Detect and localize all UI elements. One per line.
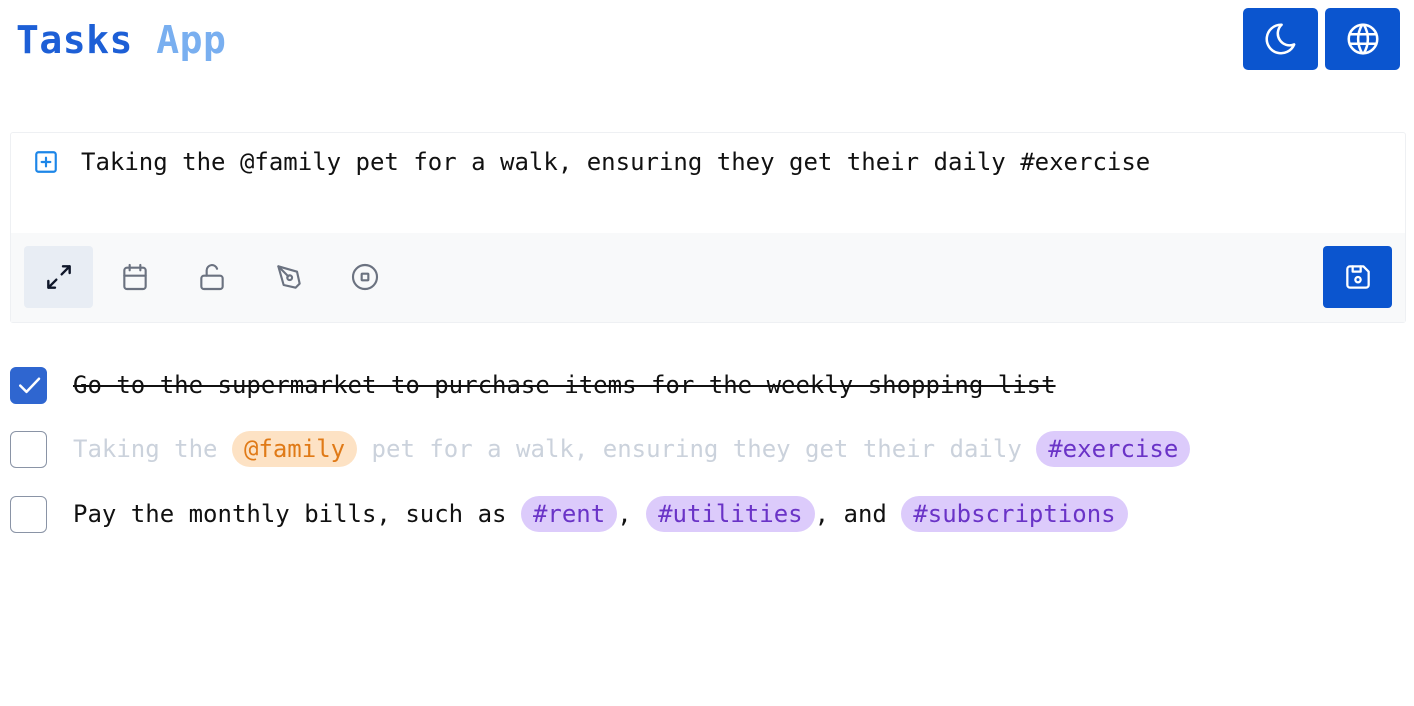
mention-tag[interactable]: @family bbox=[231, 431, 358, 467]
task-text: Pay the monthly bills, such as #rent, #u… bbox=[73, 496, 1128, 532]
task-editor: Taking the @family pet for a walk, ensur… bbox=[10, 132, 1406, 323]
hashtag-tag[interactable]: #utilities bbox=[646, 496, 815, 532]
save-icon bbox=[1345, 265, 1370, 289]
task-item: Pay the monthly bills, such as #rent, #u… bbox=[10, 494, 1128, 534]
task-text: Go to the supermarket to purchase items … bbox=[73, 371, 1056, 399]
expand-icon bbox=[46, 265, 71, 289]
save-button[interactable] bbox=[1323, 246, 1392, 308]
task-item: Go to the supermarket to purchase items … bbox=[10, 365, 1056, 405]
language-button[interactable] bbox=[1325, 8, 1400, 70]
moon-icon bbox=[1265, 23, 1295, 55]
app-title: Tasks App bbox=[16, 16, 226, 64]
unlock-icon bbox=[199, 264, 224, 291]
theme-toggle-button[interactable] bbox=[1243, 8, 1318, 70]
editor-toolbar bbox=[11, 233, 1405, 322]
stop-circle-icon bbox=[351, 263, 378, 291]
app-title-part2: App bbox=[156, 18, 227, 62]
task-text-segment: pet for a walk, ensuring they get their … bbox=[357, 435, 1037, 463]
task-checkbox[interactable] bbox=[10, 366, 47, 404]
task-checkbox[interactable] bbox=[10, 430, 47, 468]
globe-icon bbox=[1346, 23, 1379, 55]
task-text-segment: , and bbox=[814, 500, 902, 528]
lock-button[interactable] bbox=[177, 246, 246, 308]
task-text-segment: Pay the monthly bills, such as bbox=[73, 500, 521, 528]
calendar-icon bbox=[122, 263, 147, 291]
stop-button[interactable] bbox=[330, 246, 399, 308]
hashtag-tag[interactable]: #rent bbox=[520, 496, 618, 532]
pen-tool-icon bbox=[276, 265, 301, 289]
task-text: Taking the @family pet for a walk, ensur… bbox=[73, 431, 1191, 467]
app-title-part1: Tasks bbox=[16, 18, 133, 62]
hashtag-tag[interactable]: #subscriptions bbox=[901, 496, 1128, 532]
check-icon bbox=[18, 377, 40, 394]
add-square-icon[interactable] bbox=[33, 149, 59, 175]
task-item: Taking the @family pet for a walk, ensur… bbox=[10, 429, 1191, 469]
task-checkbox[interactable] bbox=[10, 495, 47, 533]
calendar-button[interactable] bbox=[100, 246, 169, 308]
task-text-segment: , bbox=[617, 500, 647, 528]
pen-button[interactable] bbox=[254, 246, 323, 308]
task-input[interactable]: Taking the @family pet for a walk, ensur… bbox=[81, 145, 1150, 179]
hashtag-tag[interactable]: #exercise bbox=[1036, 431, 1191, 467]
expand-button[interactable] bbox=[24, 246, 93, 308]
task-text-segment: Taking the bbox=[73, 435, 232, 463]
